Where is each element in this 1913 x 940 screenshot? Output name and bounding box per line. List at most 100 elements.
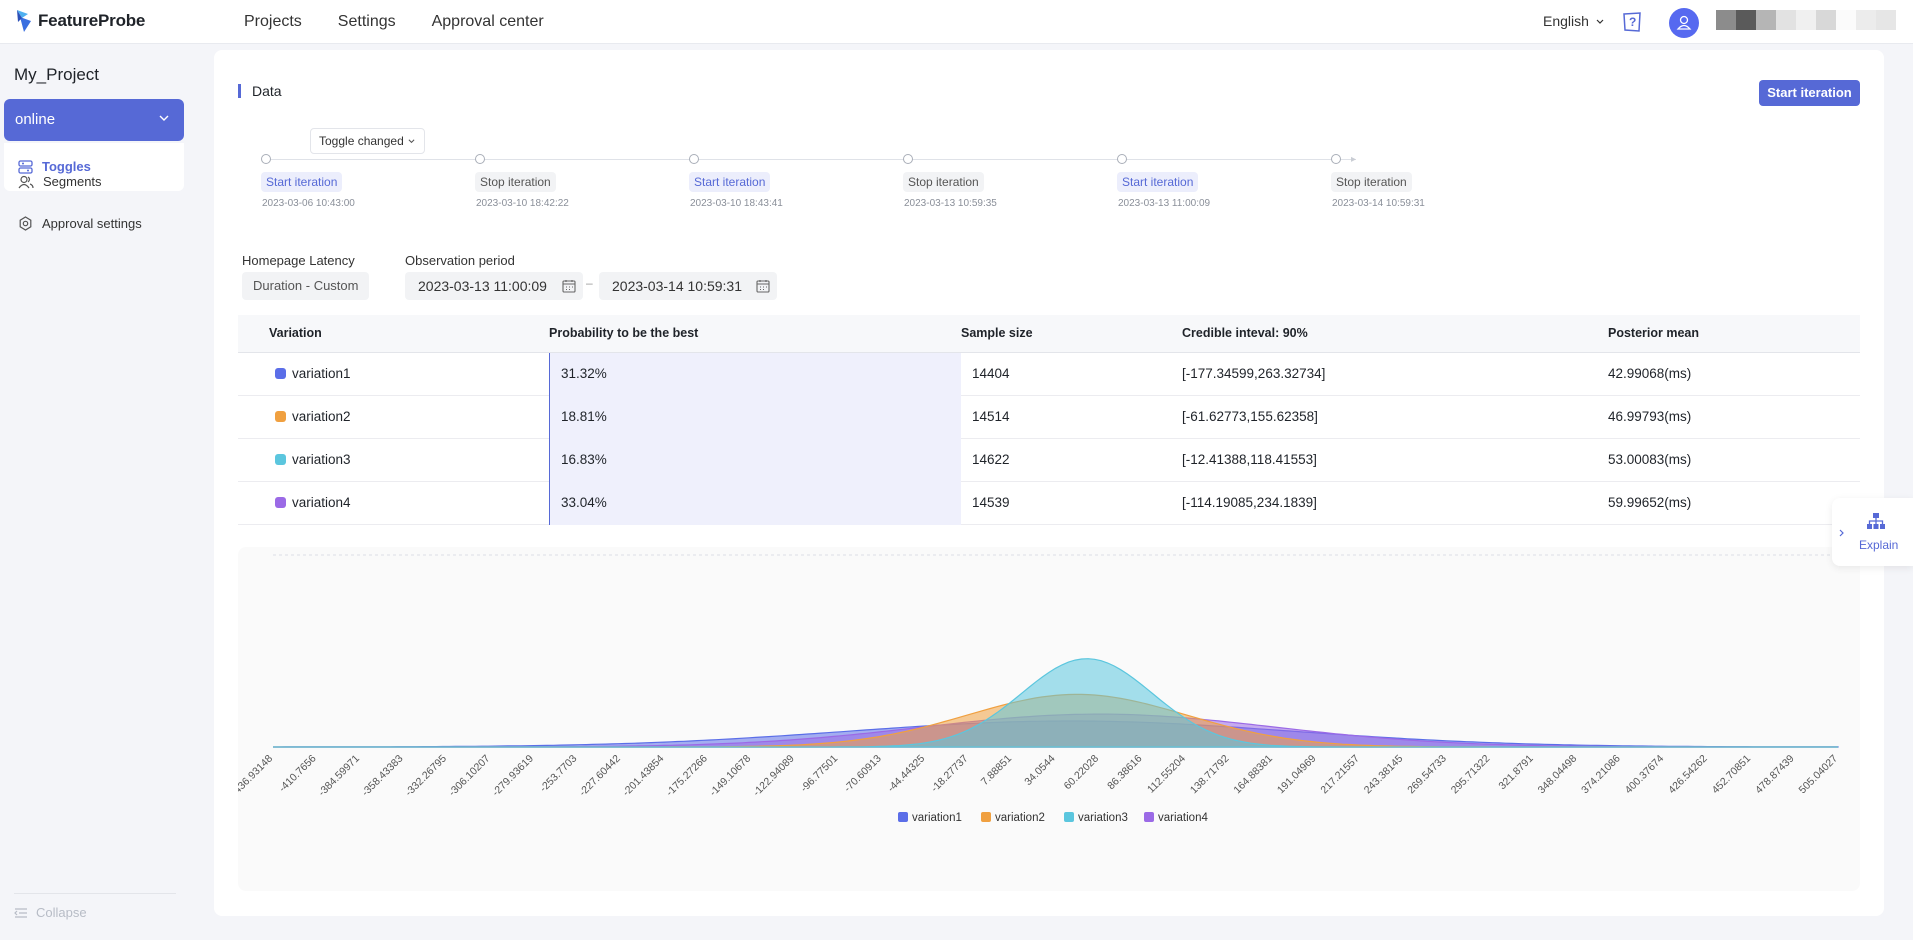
x-tick-label: -384.59971 bbox=[316, 753, 362, 799]
sample-size-cell: 14622 bbox=[972, 452, 1010, 467]
legend-label[interactable]: variation3 bbox=[1078, 812, 1128, 824]
table-row: variation2 18.81% 14514 [-61.62773,155.6… bbox=[238, 396, 1860, 439]
start-iteration-button[interactable]: Start iteration bbox=[1759, 80, 1860, 106]
nav-projects[interactable]: Projects bbox=[244, 13, 302, 31]
variation-name: variation2 bbox=[292, 409, 351, 424]
x-tick-label: -70.60913 bbox=[842, 753, 884, 795]
x-tick-label: 217.21557 bbox=[1318, 753, 1362, 797]
variation-cell: variation2 bbox=[275, 409, 351, 424]
column-header: Credible inteval: 90% bbox=[1182, 326, 1308, 340]
x-tick-label: 295.71322 bbox=[1449, 753, 1493, 797]
x-tick-label: 191.04969 bbox=[1275, 753, 1319, 797]
timeline-tag: Start iteration bbox=[1117, 172, 1199, 192]
table-header: Variation Probability to be the best Sam… bbox=[238, 315, 1860, 353]
probability-highlight bbox=[549, 396, 961, 439]
variation-name: variation3 bbox=[292, 452, 351, 467]
filter-label: Toggle changed bbox=[319, 134, 404, 148]
users-icon bbox=[18, 175, 34, 188]
explain-label: Explain bbox=[1859, 538, 1899, 552]
sidebar-item-label: Approval settings bbox=[42, 216, 142, 231]
sample-size-cell: 14514 bbox=[972, 409, 1010, 424]
timeline-tag: Start iteration bbox=[689, 172, 771, 192]
column-header: Sample size bbox=[961, 326, 1033, 340]
variation-swatch bbox=[275, 497, 286, 508]
credible-interval-cell: [-114.19085,234.1839] bbox=[1182, 495, 1317, 510]
sidebar-item-approval-settings[interactable]: Approval settings bbox=[18, 216, 142, 231]
timeline-node bbox=[475, 154, 485, 164]
timeline-time: 2023-03-13 10:59:35 bbox=[904, 198, 997, 209]
posterior-mean-cell: 53.00083(ms) bbox=[1608, 452, 1692, 467]
credible-interval-cell: [-61.62773,155.62358] bbox=[1182, 409, 1318, 424]
x-tick-label: -410.7656 bbox=[277, 753, 319, 795]
x-tick-label: -175.27266 bbox=[664, 753, 710, 799]
probability-highlight bbox=[549, 482, 961, 525]
x-tick-label: 478.87439 bbox=[1753, 753, 1797, 797]
user-icon bbox=[1676, 15, 1692, 30]
explain-panel-toggle[interactable]: Explain bbox=[1832, 498, 1913, 566]
x-tick-label: 348.04498 bbox=[1536, 753, 1580, 797]
collapse-button[interactable]: Collapse bbox=[14, 905, 87, 920]
credible-interval-cell: [-12.41388,118.41553] bbox=[1182, 452, 1317, 467]
metric-name: Homepage Latency bbox=[242, 253, 355, 268]
metric-type-badge: Duration - Custom bbox=[242, 272, 370, 300]
x-tick-label: 426.54262 bbox=[1666, 753, 1710, 797]
timeline-time: 2023-03-06 10:43:00 bbox=[262, 198, 355, 209]
x-tick-label: 321.8791 bbox=[1496, 753, 1536, 793]
probability-cell: 16.83% bbox=[561, 452, 607, 467]
x-tick-label: -227.60442 bbox=[577, 753, 623, 799]
variation-name: variation1 bbox=[292, 366, 351, 381]
nav-settings[interactable]: Settings bbox=[338, 13, 396, 31]
start-date-picker[interactable]: 2023-03-13 11:00:09 bbox=[405, 272, 583, 300]
calendar-icon bbox=[756, 280, 770, 293]
posterior-mean-cell: 59.99652(ms) bbox=[1608, 495, 1692, 510]
x-tick-label: 164.88381 bbox=[1231, 753, 1275, 797]
x-tick-label: -279.93619 bbox=[490, 753, 536, 799]
toggles-icon bbox=[18, 159, 33, 174]
calendar-icon bbox=[562, 280, 576, 293]
top-bar: FeatureProbe Projects Settings Approval … bbox=[0, 0, 1913, 44]
timeline-time: 2023-03-13 11:00:09 bbox=[1118, 198, 1211, 209]
x-tick-label: -436.93148 bbox=[238, 753, 275, 799]
observation-period-label: Observation period bbox=[405, 253, 515, 268]
legend-label[interactable]: variation2 bbox=[995, 812, 1045, 824]
hierarchy-icon bbox=[1867, 513, 1885, 529]
probability-highlight bbox=[549, 353, 961, 396]
probability-cell: 18.81% bbox=[561, 409, 607, 424]
timeline-node bbox=[1331, 154, 1341, 164]
x-tick-label: -122.94089 bbox=[751, 753, 797, 799]
svg-text:?: ? bbox=[1629, 15, 1636, 29]
legend-swatch bbox=[898, 812, 908, 822]
chevron-down-icon bbox=[159, 115, 169, 121]
sidebar-item-segments[interactable]: Segments bbox=[18, 174, 102, 189]
environment-select[interactable]: online bbox=[4, 99, 184, 141]
series-area-variation3 bbox=[273, 658, 1838, 748]
x-tick-label: -358.43383 bbox=[359, 753, 405, 799]
sample-size-cell: 14539 bbox=[972, 495, 1010, 510]
sample-size-cell: 14404 bbox=[972, 366, 1010, 381]
legend-label[interactable]: variation4 bbox=[1158, 812, 1208, 824]
table-row: variation3 16.83% 14622 [-12.41388,118.4… bbox=[238, 439, 1860, 482]
user-avatar[interactable] bbox=[1669, 8, 1699, 38]
x-tick-label: 505.04027 bbox=[1797, 753, 1841, 797]
variation-cell: variation1 bbox=[275, 366, 351, 381]
x-tick-label: -306.10207 bbox=[446, 753, 492, 799]
data-card: Data Start iteration Toggle changed ▸ St… bbox=[214, 50, 1884, 916]
timeline-time: 2023-03-14 10:59:31 bbox=[1332, 198, 1425, 209]
featureprobe-logo[interactable]: FeatureProbe bbox=[14, 8, 145, 34]
end-date-picker[interactable]: 2023-03-14 10:59:31 bbox=[599, 272, 777, 300]
legend-swatch bbox=[1144, 812, 1154, 822]
language-select[interactable]: English bbox=[1543, 13, 1605, 29]
x-tick-label: 452.70851 bbox=[1710, 753, 1754, 797]
timeline-node bbox=[1117, 154, 1127, 164]
help-icon[interactable]: ? bbox=[1620, 10, 1644, 34]
x-tick-label: -44.44325 bbox=[885, 753, 927, 795]
legend-label[interactable]: variation1 bbox=[912, 812, 962, 824]
sidebar: My_Project online Toggles Segments Appro… bbox=[0, 45, 196, 940]
start-date-value: 2023-03-13 11:00:09 bbox=[418, 278, 547, 294]
timeline-arrow-icon: ▸ bbox=[1351, 154, 1357, 165]
x-tick-label: 86.38616 bbox=[1105, 753, 1145, 793]
x-tick-label: 374.21086 bbox=[1579, 753, 1623, 797]
logo-text: FeatureProbe bbox=[38, 11, 146, 30]
nav-approval-center[interactable]: Approval center bbox=[432, 13, 544, 31]
toggle-changed-filter[interactable]: Toggle changed bbox=[310, 128, 426, 154]
